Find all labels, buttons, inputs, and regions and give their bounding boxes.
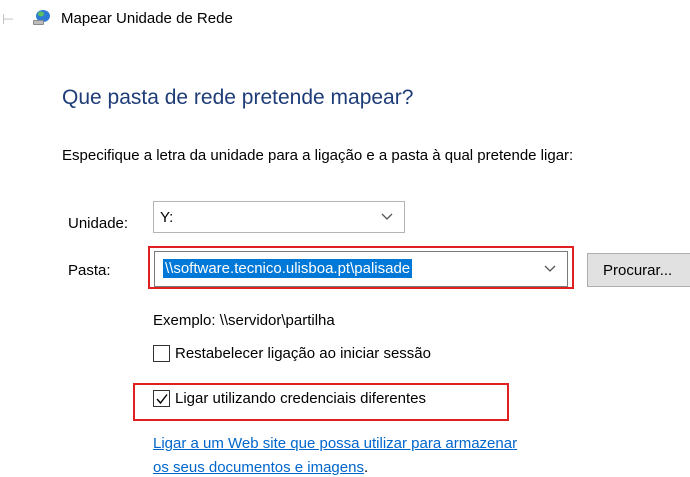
reconnect-label: Restabelecer ligação ao iniciar sessão	[175, 345, 431, 362]
reconnect-option[interactable]: Restabelecer ligação ao iniciar sessão	[153, 345, 431, 362]
drive-letter-value: Y:	[160, 209, 174, 226]
credentials-checkbox[interactable]	[153, 390, 170, 407]
web-link-line1[interactable]: Ligar a um Web site que possa utilizar p…	[153, 435, 517, 452]
network-drive-icon	[33, 10, 50, 25]
web-site-link[interactable]: Ligar a um Web site que possa utilizar p…	[153, 432, 623, 477]
reconnect-checkbox[interactable]	[153, 345, 170, 362]
drive-label: Unidade:	[68, 215, 129, 232]
folder-label: Pasta:	[68, 262, 111, 279]
instructions-text: Especifique a letra da unidade para a li…	[62, 147, 574, 164]
credentials-option[interactable]: Ligar utilizando credenciais diferentes	[153, 390, 426, 407]
page-heading: Que pasta de rede pretende mapear?	[62, 86, 414, 109]
folder-path-input[interactable]: \\software.tecnico.ulisboa.pt\palisade	[154, 251, 568, 287]
browse-button[interactable]: Procurar...	[587, 253, 690, 287]
map-network-drive-dialog: ⊢ Mapear Unidade de Rede Que pasta de re…	[0, 0, 690, 477]
web-link-line2[interactable]: os seus documentos e imagens	[153, 459, 364, 476]
chevron-down-icon[interactable]	[543, 263, 557, 275]
web-link-period: .	[363, 459, 369, 476]
back-arrow-icon[interactable]: ⊢	[2, 11, 14, 28]
example-text: Exemplo: \\servidor\partilha	[153, 312, 335, 329]
chevron-down-icon	[381, 213, 393, 220]
drive-letter-select[interactable]: Y:	[153, 201, 405, 233]
check-icon	[156, 394, 168, 405]
credentials-label: Ligar utilizando credenciais diferentes	[175, 390, 426, 407]
window-title: Mapear Unidade de Rede	[61, 10, 233, 27]
folder-path-value: \\software.tecnico.ulisboa.pt\palisade	[163, 259, 413, 278]
